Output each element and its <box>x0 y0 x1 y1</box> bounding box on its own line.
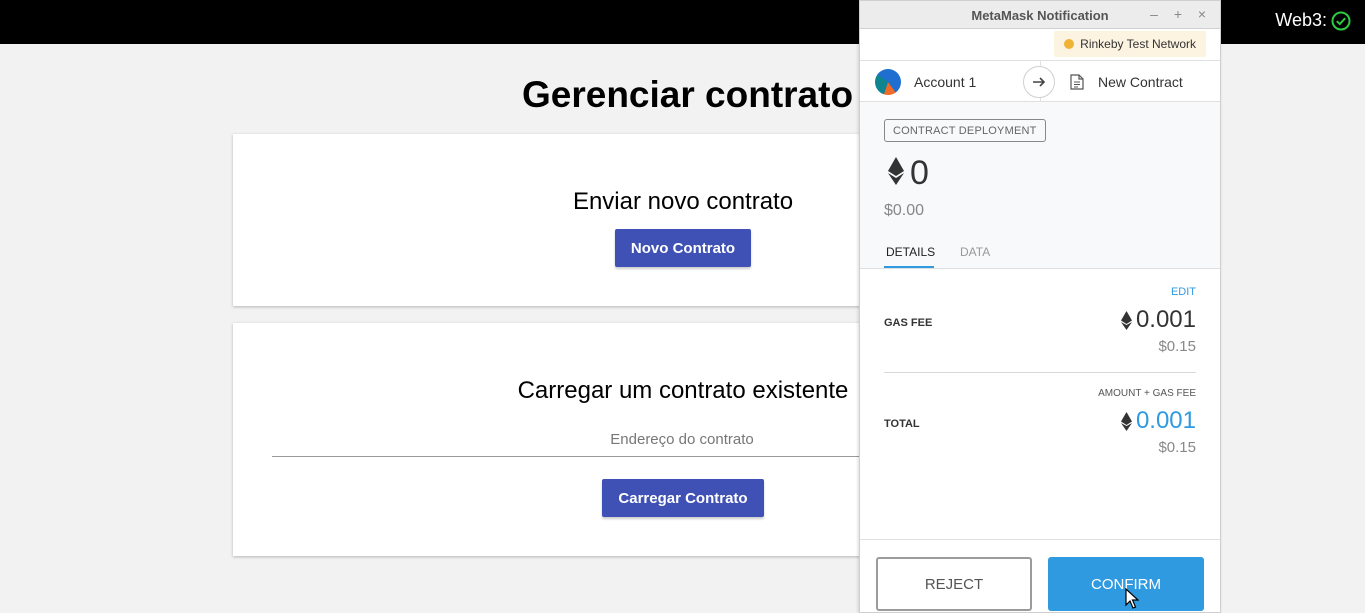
gas-fee-eth-value: 0.001 <box>1135 306 1196 333</box>
metamask-notification-window: MetaMask Notification – + × Rinkeby Test… <box>859 0 1221 613</box>
sender-recipient-bar: Account 1 New Contract <box>860 60 1220 102</box>
document-icon <box>1070 74 1084 90</box>
total-eth-value: 0.001 <box>1135 407 1196 434</box>
load-contract-button[interactable]: Carregar Contrato <box>602 479 764 517</box>
total-usd: $0.15 <box>1158 439 1196 456</box>
action-footer: REJECT CONFIRM <box>860 539 1220 613</box>
new-contract-button[interactable]: Novo Contrato <box>615 229 751 267</box>
network-row: Rinkeby Test Network <box>860 29 1220 60</box>
network-label: Rinkeby Test Network <box>1080 37 1196 51</box>
arrow-right-icon <box>1023 66 1055 98</box>
maximize-icon[interactable]: + <box>1170 6 1186 22</box>
ethereum-icon <box>1120 310 1132 330</box>
tab-data[interactable]: DATA <box>960 245 990 259</box>
from-account-name: Account 1 <box>914 74 977 90</box>
ethereum-icon <box>1120 411 1132 431</box>
recipient-name: New Contract <box>1098 74 1183 90</box>
network-indicator: Rinkeby Test Network <box>1054 31 1206 57</box>
amount-plus-gas-label: AMOUNT + GAS FEE <box>1098 388 1196 399</box>
mouse-cursor-icon <box>1125 588 1139 609</box>
active-tab-indicator <box>884 266 934 268</box>
gas-fee-usd: $0.15 <box>1158 338 1196 355</box>
gas-fee-label: GAS FEE <box>884 317 933 329</box>
tab-details[interactable]: DETAILS <box>886 245 935 259</box>
transaction-amount-usd: $0.00 <box>884 202 925 219</box>
edit-gas-link[interactable]: EDIT <box>1171 286 1196 298</box>
check-circle-icon <box>1331 11 1351 30</box>
window-title: MetaMask Notification <box>971 8 1109 23</box>
transaction-summary: CONTRACT DEPLOYMENT 0 $0.00 DETAILS DATA <box>860 102 1220 269</box>
transaction-details: EDIT GAS FEE 0.001 $0.15 AMOUNT + GAS FE… <box>860 269 1220 539</box>
total-eth: 0.001 <box>1120 407 1196 435</box>
reject-button[interactable]: REJECT <box>876 557 1032 611</box>
transaction-type-badge: CONTRACT DEPLOYMENT <box>884 119 1046 142</box>
page-title: Gerenciar contrato <box>522 74 854 115</box>
total-label: TOTAL <box>884 418 920 430</box>
details-divider <box>884 372 1196 373</box>
window-titlebar[interactable]: MetaMask Notification – + × <box>860 1 1220 29</box>
web3-label: Web3: <box>1275 10 1327 30</box>
transaction-amount-eth: 0 <box>910 154 929 192</box>
web3-status: Web3: <box>1275 10 1351 31</box>
network-status-dot-icon <box>1064 39 1075 49</box>
minimize-icon[interactable]: – <box>1146 6 1162 22</box>
gas-fee-eth: 0.001 <box>1120 306 1196 334</box>
close-icon[interactable]: × <box>1194 6 1210 22</box>
ethereum-icon <box>888 157 904 185</box>
account-avatar <box>875 69 901 95</box>
